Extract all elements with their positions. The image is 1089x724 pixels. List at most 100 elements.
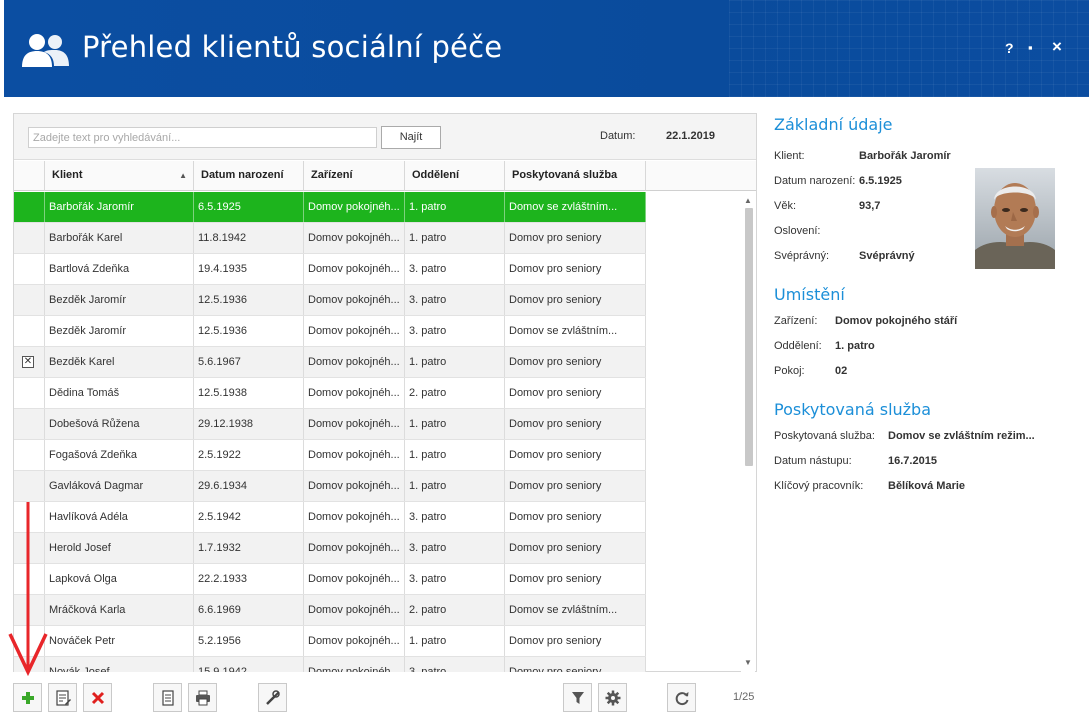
maximize-button[interactable]: ▪: [1028, 40, 1033, 55]
find-button[interactable]: Najít: [381, 126, 441, 149]
cell-client: Barbořák Karel: [45, 223, 194, 253]
cell-birthdate: 1.7.1932: [194, 533, 304, 563]
placement-value: Domov pokojného stáří: [835, 315, 958, 327]
scroll-thumb[interactable]: [745, 208, 753, 466]
cell-check[interactable]: [14, 471, 45, 501]
cell-service: Domov se zvláštním...: [505, 595, 646, 625]
basic-info-label: Oslovení:: [774, 225, 821, 237]
cell-service: Domov se zvláštním...: [505, 316, 646, 346]
cell-client: Bezděk Jaromír: [45, 285, 194, 315]
placement-title: Umístění: [774, 285, 845, 304]
table-row[interactable]: Barbořák Jaromír 6.5.1925 Domov pokojnéh..…: [14, 192, 646, 223]
cell-facility: Domov pokojnéh...: [304, 223, 405, 253]
cell-check[interactable]: [14, 316, 45, 346]
cell-facility: Domov pokojnéh...: [304, 347, 405, 377]
settings-button[interactable]: [598, 683, 627, 712]
cell-birthdate: 2.5.1922: [194, 440, 304, 470]
cell-birthdate: 6.6.1969: [194, 595, 304, 625]
cell-service: Domov pro seniory: [505, 502, 646, 532]
basic-info-label: Klient:: [774, 150, 805, 162]
cell-check[interactable]: [14, 285, 45, 315]
table-row[interactable]: Mráčková Karla 6.6.1969 Domov pokojnéh... 2…: [14, 595, 646, 626]
printer-icon: [196, 690, 210, 706]
service-label: Poskytovaná služba:: [774, 430, 875, 442]
column-header-label: Klient: [52, 169, 83, 181]
service-value: 16.7.2015: [888, 455, 937, 467]
edit-button[interactable]: [48, 683, 77, 712]
column-header-birthdate[interactable]: Datum narození: [194, 161, 304, 191]
cell-service: Domov pro seniory: [505, 471, 646, 501]
cell-department: 3. patro: [405, 502, 505, 532]
filter-button[interactable]: [563, 683, 592, 712]
scroll-down-arrow-icon[interactable]: ▼: [744, 658, 752, 667]
cell-department: 3. patro: [405, 254, 505, 284]
help-button[interactable]: ?: [1005, 40, 1014, 56]
service-value: Bělíková Marie: [888, 480, 966, 492]
report-button[interactable]: [153, 683, 182, 712]
column-header-facility[interactable]: Zařízení: [304, 161, 405, 191]
cell-client: Gavláková Dagmar: [45, 471, 194, 501]
cell-facility: Domov pokojnéh...: [304, 471, 405, 501]
cell-facility: Domov pokojnéh...: [304, 440, 405, 470]
table-row[interactable]: ✕ Bezděk Karel 5.6.1967 Domov pokojnéh... 1.…: [14, 347, 646, 378]
search-input[interactable]: [28, 127, 377, 148]
delete-button[interactable]: [83, 683, 112, 712]
cell-client: Novák Josef: [45, 657, 194, 672]
close-button[interactable]: ×: [1052, 37, 1062, 57]
cell-check[interactable]: [14, 223, 45, 253]
service-label: Klíčový pracovník:: [774, 480, 864, 492]
column-header-check[interactable]: [14, 161, 45, 191]
tools-button[interactable]: [258, 683, 287, 712]
column-header-service[interactable]: Poskytovaná služba: [505, 161, 646, 191]
table-row[interactable]: Novák Josef 15.9.1942 Domov pokojnéh... 3. …: [14, 657, 646, 672]
cell-birthdate: 2.5.1942: [194, 502, 304, 532]
service-label: Datum nástupu:: [774, 455, 852, 467]
scroll-up-arrow-icon[interactable]: ▲: [744, 196, 752, 205]
cell-facility: Domov pokojnéh...: [304, 378, 405, 408]
placement-value: 1. patro: [835, 340, 875, 352]
table-row[interactable]: Herold Josef 1.7.1932 Domov pokojnéh... 3. …: [14, 533, 646, 564]
table-row[interactable]: Fogašová Zdeňka 2.5.1922 Domov pokojnéh...…: [14, 440, 646, 471]
column-header-client[interactable]: Klient ▲: [45, 161, 194, 191]
cell-check[interactable]: ✕: [14, 347, 45, 377]
cell-check[interactable]: [14, 409, 45, 439]
document-icon: [162, 690, 174, 706]
table-row[interactable]: Dědina Tomáš 12.5.1938 Domov pokojnéh... 2.…: [14, 378, 646, 409]
placement-label: Oddělení:: [774, 340, 822, 352]
cell-check[interactable]: [14, 378, 45, 408]
cell-facility: Domov pokojnéh...: [304, 595, 405, 625]
table-row[interactable]: Lapková Olga 22.2.1933 Domov pokojnéh... 3.…: [14, 564, 646, 595]
cell-department: 3. patro: [405, 285, 505, 315]
cell-service: Domov pro seniory: [505, 378, 646, 408]
table-row[interactable]: Nováček Petr 5.2.1956 Domov pokojnéh... 1. …: [14, 626, 646, 657]
cell-department: 1. patro: [405, 223, 505, 253]
checkbox-checked-icon[interactable]: ✕: [22, 356, 34, 368]
basic-info-value: Svéprávný: [859, 250, 915, 262]
add-button[interactable]: [13, 683, 42, 712]
table-row[interactable]: Gavláková Dagmar 29.6.1934 Domov pokojnéh.…: [14, 471, 646, 502]
table-row[interactable]: Dobešová Růžena 29.12.1938 Domov pokojnéh.…: [14, 409, 646, 440]
cell-client: Nováček Petr: [45, 626, 194, 656]
cell-client: Fogašová Zdeňka: [45, 440, 194, 470]
refresh-button[interactable]: [667, 683, 696, 712]
gear-icon: [605, 690, 621, 706]
table-row[interactable]: Barbořák Karel 11.8.1942 Domov pokojnéh...…: [14, 223, 646, 254]
cell-client: Mráčková Karla: [45, 595, 194, 625]
cell-service: Domov pro seniory: [505, 254, 646, 284]
table-row[interactable]: Bezděk Jaromír 12.5.1936 Domov pokojnéh...…: [14, 316, 646, 347]
vertical-scrollbar[interactable]: ▲ ▼: [741, 192, 755, 672]
cell-birthdate: 15.9.1942: [194, 657, 304, 672]
table-row[interactable]: Havlíková Adéla 2.5.1942 Domov pokojnéh...…: [14, 502, 646, 533]
cell-facility: Domov pokojnéh...: [304, 316, 405, 346]
cell-check[interactable]: [14, 192, 45, 222]
title-bar: Přehled klientů sociální péče ? ▪ ×: [4, 0, 1089, 97]
cell-check[interactable]: [14, 254, 45, 284]
cell-department: 1. patro: [405, 347, 505, 377]
cell-service: Domov pro seniory: [505, 347, 646, 377]
refresh-icon: [675, 692, 689, 706]
print-button[interactable]: [188, 683, 217, 712]
column-header-department[interactable]: Oddělení: [405, 161, 505, 191]
table-row[interactable]: Bartlová Zdeňka 19.4.1935 Domov pokojnéh..…: [14, 254, 646, 285]
table-row[interactable]: Bezděk Jaromír 12.5.1936 Domov pokojnéh...…: [14, 285, 646, 316]
cell-check[interactable]: [14, 440, 45, 470]
